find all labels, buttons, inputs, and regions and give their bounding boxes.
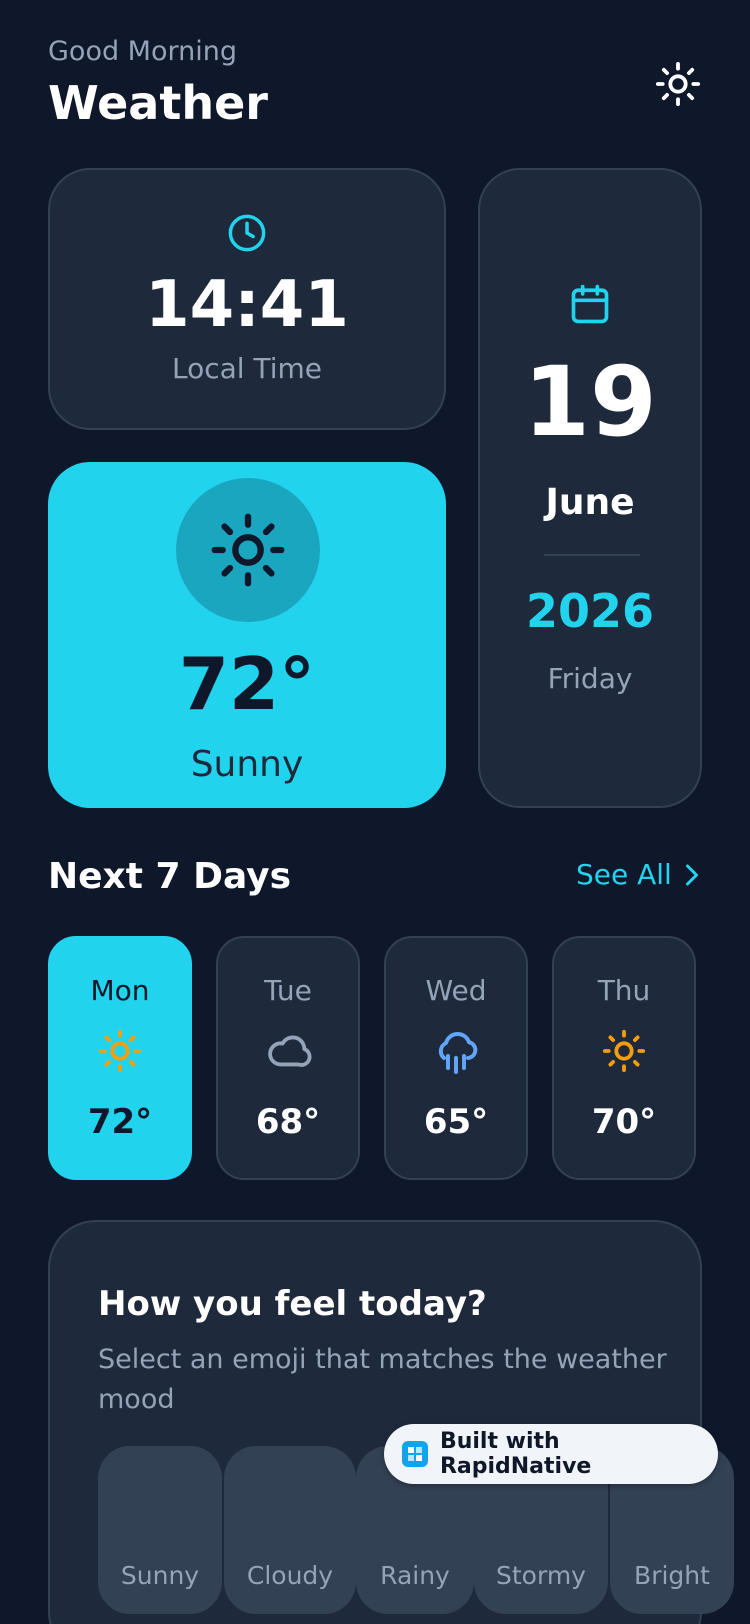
forecast-day-name: Mon: [90, 974, 150, 1007]
cloud-icon: [218, 1028, 358, 1074]
date-day: 19: [523, 346, 657, 458]
rain-icon: [386, 1028, 526, 1076]
sun-icon: [655, 61, 701, 107]
weather-screen: Good Morning Weather 14:41 Local Time 19…: [0, 0, 750, 1624]
mood-option-label: Bright: [634, 1561, 710, 1590]
forecast-day-name: Thu: [597, 974, 651, 1007]
sun-icon: [176, 478, 320, 622]
sun-icon: [50, 1028, 190, 1074]
local-time-value: 14:41: [145, 268, 349, 342]
forecast-day-name: Wed: [425, 974, 487, 1007]
chevron-right-icon: [685, 864, 698, 885]
local-time-label: Local Time: [172, 352, 322, 385]
mood-option-label: Sunny: [120, 1561, 200, 1590]
see-all-link[interactable]: See All: [576, 858, 700, 891]
forecast-day-card[interactable]: Thu 70°: [552, 936, 696, 1180]
mood-subtitle: Select an emoji that matches the weather…: [98, 1344, 667, 1415]
mood-option-label: Cloudy: [246, 1561, 334, 1590]
current-condition: Sunny: [190, 744, 304, 785]
date-year: 2026: [525, 584, 655, 638]
rapidnative-logo-icon: [402, 1441, 428, 1467]
mood-option-label: Stormy: [496, 1561, 586, 1590]
forecast-day-card[interactable]: Mon 72°: [48, 936, 192, 1180]
forecast-day-name: Tue: [264, 974, 312, 1007]
forecast-day-card[interactable]: Wed 65°: [384, 936, 528, 1180]
current-weather-card[interactable]: 72° Sunny: [48, 462, 446, 808]
forecast-section-title: Next 7 Days: [48, 856, 292, 897]
date-card: 19 June 2026 Friday: [478, 168, 702, 808]
current-temperature: 72°: [178, 642, 316, 726]
forecast-day-temp: 68°: [255, 1102, 321, 1142]
theme-toggle-button[interactable]: [650, 56, 706, 112]
mood-option-sunny[interactable]: Sunny: [98, 1446, 222, 1614]
page-title: Weather: [48, 76, 268, 130]
mood-option-cloudy[interactable]: Cloudy: [224, 1446, 356, 1614]
forecast-day-temp: 72°: [87, 1102, 153, 1142]
date-month: June: [545, 482, 635, 523]
built-with-label: Built with RapidNative: [439, 1429, 592, 1479]
forecast-day-card[interactable]: Tue 68°: [216, 936, 360, 1180]
forecast-day-temp: 65°: [423, 1102, 489, 1142]
clock-icon: [50, 212, 444, 254]
calendar-icon: [480, 282, 700, 326]
greeting-text: Good Morning: [48, 36, 237, 67]
mood-title: How you feel today?: [98, 1284, 487, 1324]
sun-icon: [554, 1028, 694, 1074]
local-time-card: 14:41 Local Time: [48, 168, 446, 430]
built-with-badge[interactable]: Built with RapidNative: [384, 1424, 718, 1484]
date-weekday: Friday: [547, 662, 633, 695]
forecast-day-temp: 70°: [591, 1102, 657, 1142]
date-divider: [544, 554, 640, 556]
see-all-label: See All: [576, 858, 672, 891]
mood-option-label: Rainy: [380, 1561, 450, 1590]
